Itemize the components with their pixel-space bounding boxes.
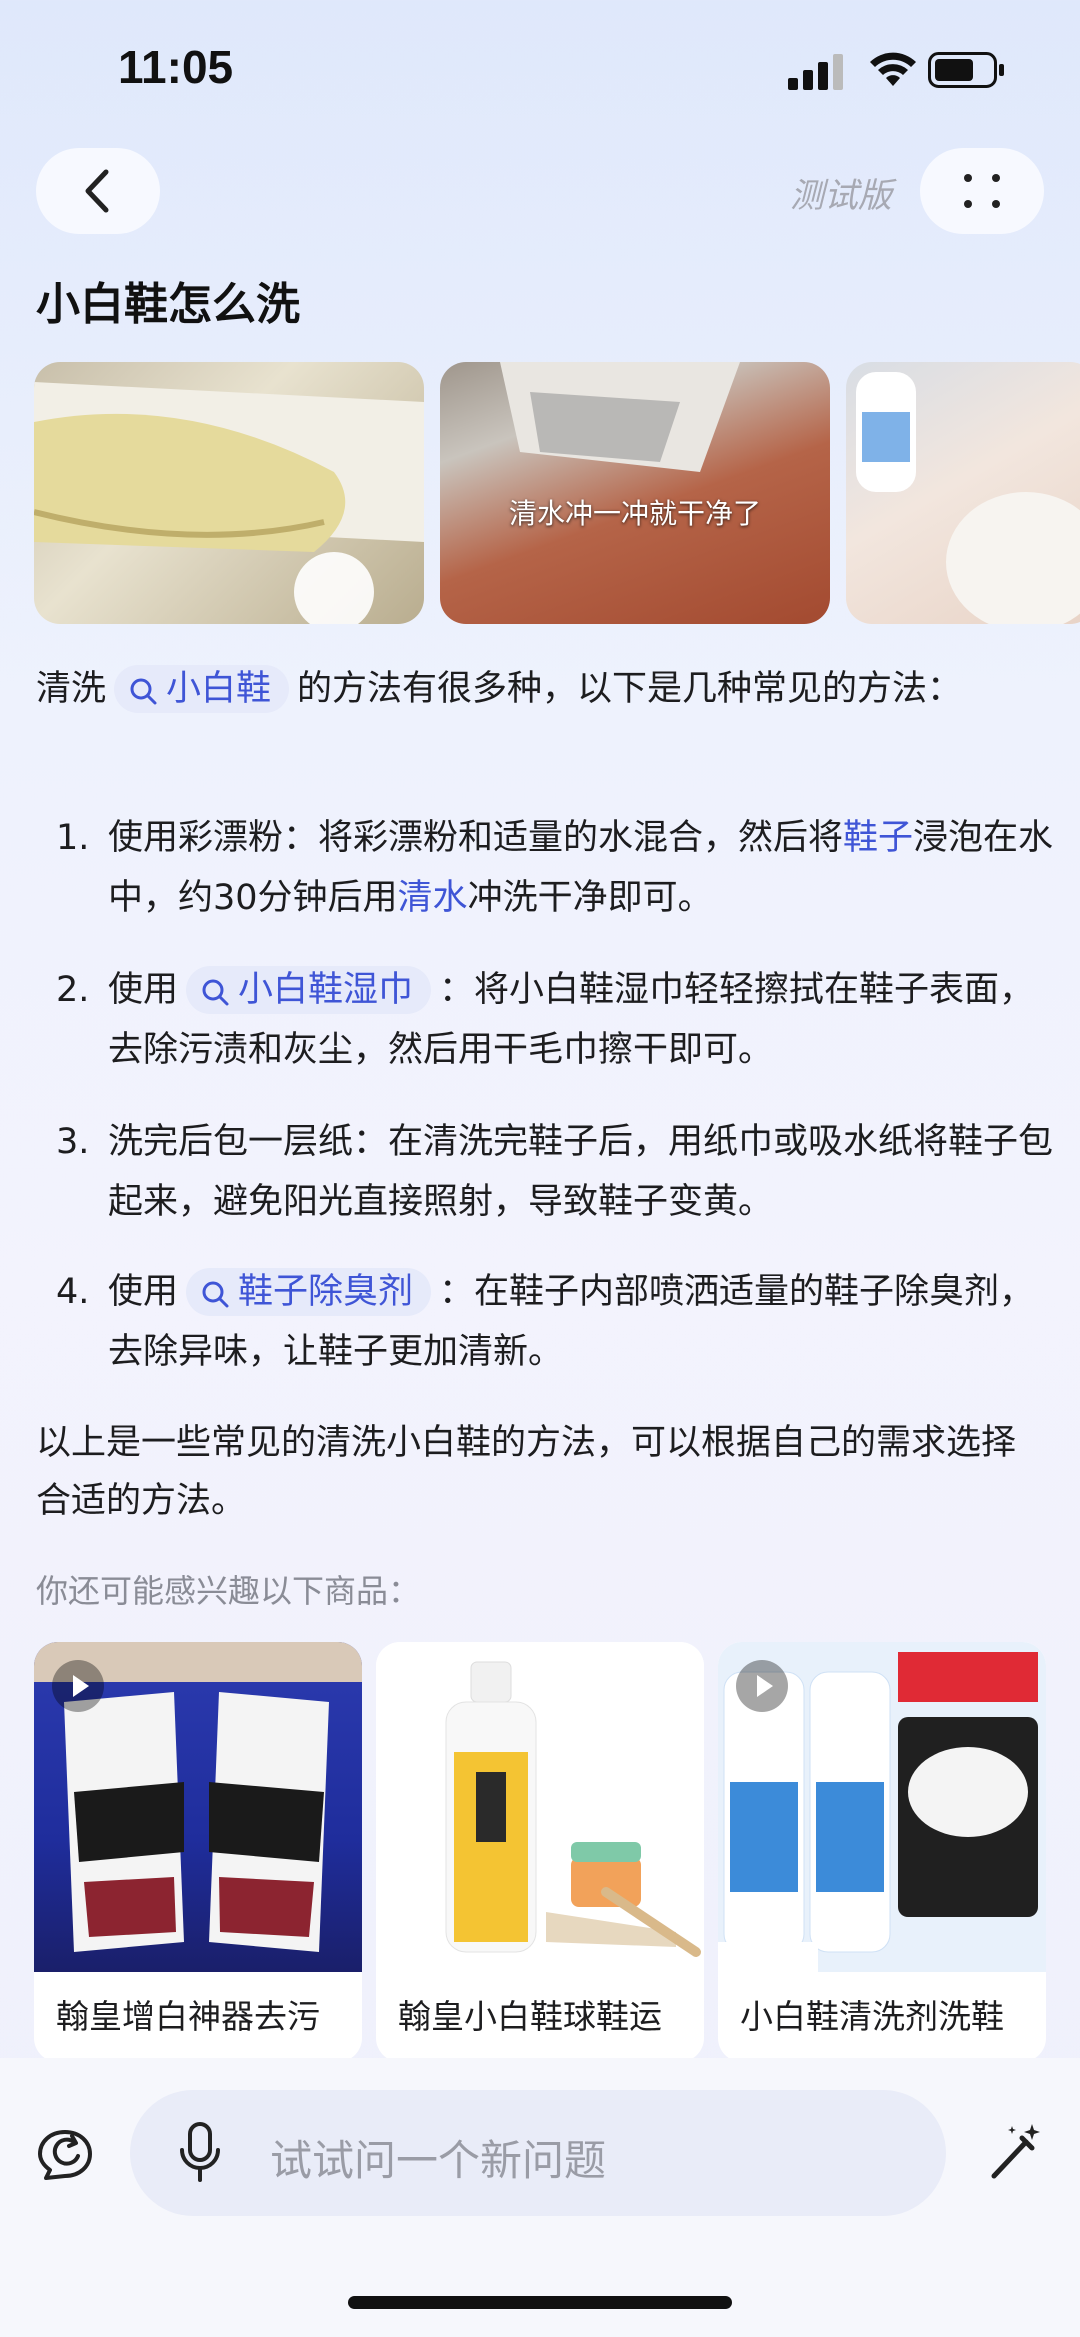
beta-label: 测试版 [790, 176, 892, 216]
result-image-3[interactable] [846, 362, 1080, 624]
list-text: 使用 [108, 970, 179, 1010]
list-text: 冲洗干净即可。 [467, 878, 713, 918]
product-title: 小白鞋清洗剂洗鞋 [740, 1997, 1004, 2036]
search-icon [202, 979, 229, 1006]
search-chip-shoe-wipes[interactable]: 小白鞋湿巾 [186, 966, 432, 1014]
grid-dots-icon [964, 174, 1000, 208]
image-caption: 清水冲一冲就干净了 [508, 497, 761, 530]
chip-label: 小白鞋 [166, 669, 272, 709]
product-card-3[interactable]: 小白鞋清洗剂洗鞋 [718, 1642, 1046, 2062]
result-image-2[interactable]: 清水冲一冲就干净了 [440, 362, 830, 624]
result-image-1[interactable] [34, 362, 424, 624]
play-icon [736, 1660, 788, 1712]
list-item-1: 1. 使用彩漂粉：将彩漂粉和适量的水混合，然后将鞋子浸泡在水中，约30分钟后用清… [56, 808, 1056, 928]
search-chip-deodorant[interactable]: 鞋子除臭剂 [186, 1268, 432, 1316]
list-text: 使用 [108, 1272, 179, 1312]
product-card-2[interactable]: 翰皇小白鞋球鞋运 [376, 1642, 704, 2062]
more-options-button[interactable] [920, 148, 1044, 234]
home-indicator [348, 2296, 732, 2309]
foam-cleaner-photo [445, 1661, 701, 1957]
list-item-4: 4. 使用 鞋子除臭剂 ：在鞋子内部喷洒适量的鞋子除臭剂，去除异味，让鞋子更加清新。 [56, 1262, 1056, 1382]
answer-intro: 清洗 小白鞋 的方法有很多种，以下是几种常见的方法： [36, 660, 1046, 718]
list-number: 3. [56, 1122, 90, 1162]
microphone-icon[interactable] [178, 2120, 222, 2186]
search-icon [130, 678, 157, 705]
input-placeholder: 试试问一个新问题 [270, 2136, 607, 2185]
link-shoes[interactable]: 鞋子 [843, 818, 913, 858]
spray-bottle-photo [856, 372, 1080, 624]
search-icon [202, 1281, 229, 1308]
list-number: 1. [56, 818, 90, 858]
product-image [376, 1642, 704, 1972]
chip-label: 小白鞋湿巾 [238, 970, 414, 1010]
wifi-icon [870, 52, 916, 86]
recommend-heading: 你还可能感兴趣以下商品： [36, 1572, 421, 1610]
product-image [718, 1642, 1046, 1972]
play-icon [52, 1660, 104, 1712]
search-chip-white-shoes[interactable]: 小白鞋 [114, 665, 290, 713]
list-text: 洗完后包一层纸：在清洗完鞋子后，用纸巾或吸水纸将鞋子包起来，避免阳光直接照射，导… [108, 1122, 1054, 1222]
list-text: 使用彩漂粉：将彩漂粉和适量的水混合，然后将 [108, 818, 844, 858]
chip-label: 鞋子除臭剂 [238, 1272, 414, 1312]
product-image [34, 1642, 362, 1972]
page-title: 小白鞋怎么洗 [36, 279, 300, 330]
magic-wand-icon[interactable] [988, 2120, 1044, 2182]
list-number: 2. [56, 970, 90, 1010]
intro-text-cont: 的方法有很多种，以下是几种常见的方法： [297, 669, 963, 709]
list-item-2: 2. 使用 小白鞋湿巾 ：将小白鞋湿巾轻轻擦拭在鞋子表面，去除污渍和灰尘，然后用干毛… [56, 960, 1056, 1080]
answer-summary: 以上是一些常见的清洗小白鞋的方法，可以根据自己的需求选择合适的方法。 [36, 1423, 1017, 1521]
list-number: 4. [56, 1272, 90, 1312]
status-time: 11:05 [118, 41, 234, 93]
intro-text: 清洗 [36, 669, 107, 709]
product-title: 翰皇增白神器去污 [56, 1997, 320, 2036]
link-water[interactable]: 清水 [398, 878, 468, 918]
list-item-3: 3. 洗完后包一层纸：在清洗完鞋子后，用纸巾或吸水纸将鞋子包起来，避免阳光直接照… [56, 1112, 1056, 1232]
cellular-signal-icon [788, 54, 843, 90]
new-chat-icon[interactable] [34, 2126, 96, 2184]
product-title: 翰皇小白鞋球鞋运 [398, 1997, 662, 2036]
back-button[interactable] [36, 148, 160, 234]
shoe-photo [34, 382, 424, 624]
chevron-left-icon [85, 169, 109, 213]
battery-icon [928, 52, 1004, 88]
product-card-1[interactable]: 翰皇增白神器去污 [34, 1642, 362, 2062]
